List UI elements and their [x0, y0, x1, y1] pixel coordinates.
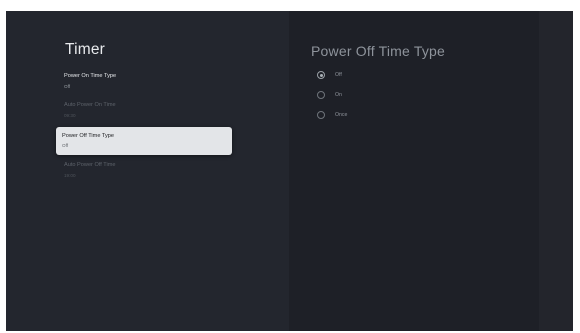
radio-option-once[interactable]: Once [317, 111, 437, 121]
options-panel-title: Power Off Time Type [311, 43, 446, 59]
radio-button-icon [317, 111, 325, 119]
radio-option-label: Off [335, 72, 342, 78]
menu-item-auto-power-on-time: Auto Power On Time 09:30 [64, 102, 234, 118]
menu-item-value: Off [62, 143, 69, 148]
menu-item-power-on-time-type[interactable]: Power On Time Type Off [64, 73, 234, 89]
radio-option-off[interactable]: Off [317, 71, 437, 81]
menu-item-value: 09:30 [64, 113, 76, 118]
panel-title: Timer [65, 41, 106, 58]
menu-item-auto-power-off-time: Auto Power Off Time 19:00 [64, 162, 234, 178]
radio-option-on[interactable]: On [317, 91, 437, 101]
radio-button-selected-icon [317, 71, 325, 79]
radio-option-label: On [335, 92, 342, 98]
menu-item-value: Off [64, 84, 71, 89]
menu-item-label: Power On Time Type [64, 73, 117, 79]
radio-button-icon [317, 91, 325, 99]
menu-item-label: Power Off Time Type [62, 133, 115, 139]
radio-option-label: Once [335, 112, 348, 118]
options-panel: Power Off Time Type Off On Once [289, 11, 573, 331]
menu-item-value: 19:00 [64, 173, 76, 178]
tv-settings-screen: Timer Power On Time Type Off Auto Power … [6, 11, 573, 331]
menu-item-label: Auto Power Off Time [64, 162, 116, 168]
menu-item-power-off-time-type[interactable]: Power Off Time Type Off [56, 127, 232, 155]
menu-item-label: Auto Power On Time [64, 102, 116, 108]
timer-menu-panel: Timer Power On Time Type Off Auto Power … [6, 11, 289, 331]
